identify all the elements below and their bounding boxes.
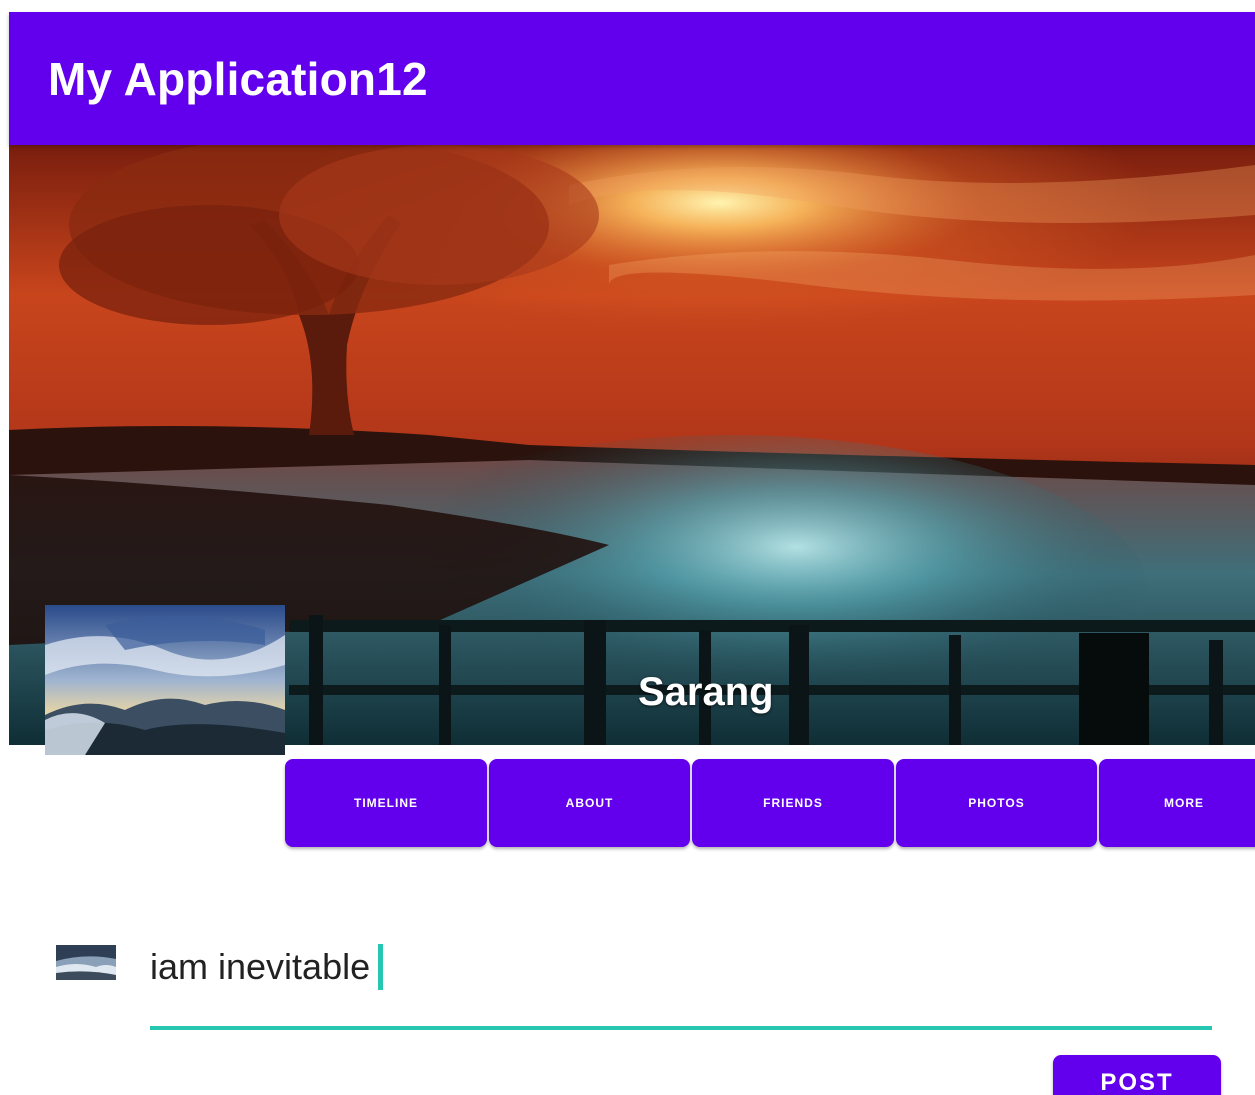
app-title: My Application12 (48, 53, 428, 105)
post-input[interactable]: iam inevitable (150, 930, 1212, 1030)
post-composer: iam inevitable POST (0, 900, 1255, 1095)
tab-more[interactable]: MORE (1099, 759, 1255, 847)
profile-picture[interactable] (45, 605, 285, 755)
post-input-value: iam inevitable (150, 946, 371, 987)
tab-friends[interactable]: FRIENDS (692, 759, 894, 847)
post-button[interactable]: POST (1053, 1055, 1221, 1095)
app-screen: My Application12 Sarang TIMELINE ABOUT F… (0, 0, 1255, 1095)
composer-avatar (56, 945, 116, 980)
tab-timeline[interactable]: TIMELINE (285, 759, 487, 847)
profile-name: Sarang (638, 670, 774, 714)
app-bar: My Application12 (9, 12, 1255, 145)
tab-photos[interactable]: PHOTOS (896, 759, 1097, 847)
text-cursor (378, 944, 384, 990)
tab-about[interactable]: ABOUT (489, 759, 690, 847)
profile-tabs: TIMELINE ABOUT FRIENDS PHOTOS MORE (285, 759, 1255, 847)
